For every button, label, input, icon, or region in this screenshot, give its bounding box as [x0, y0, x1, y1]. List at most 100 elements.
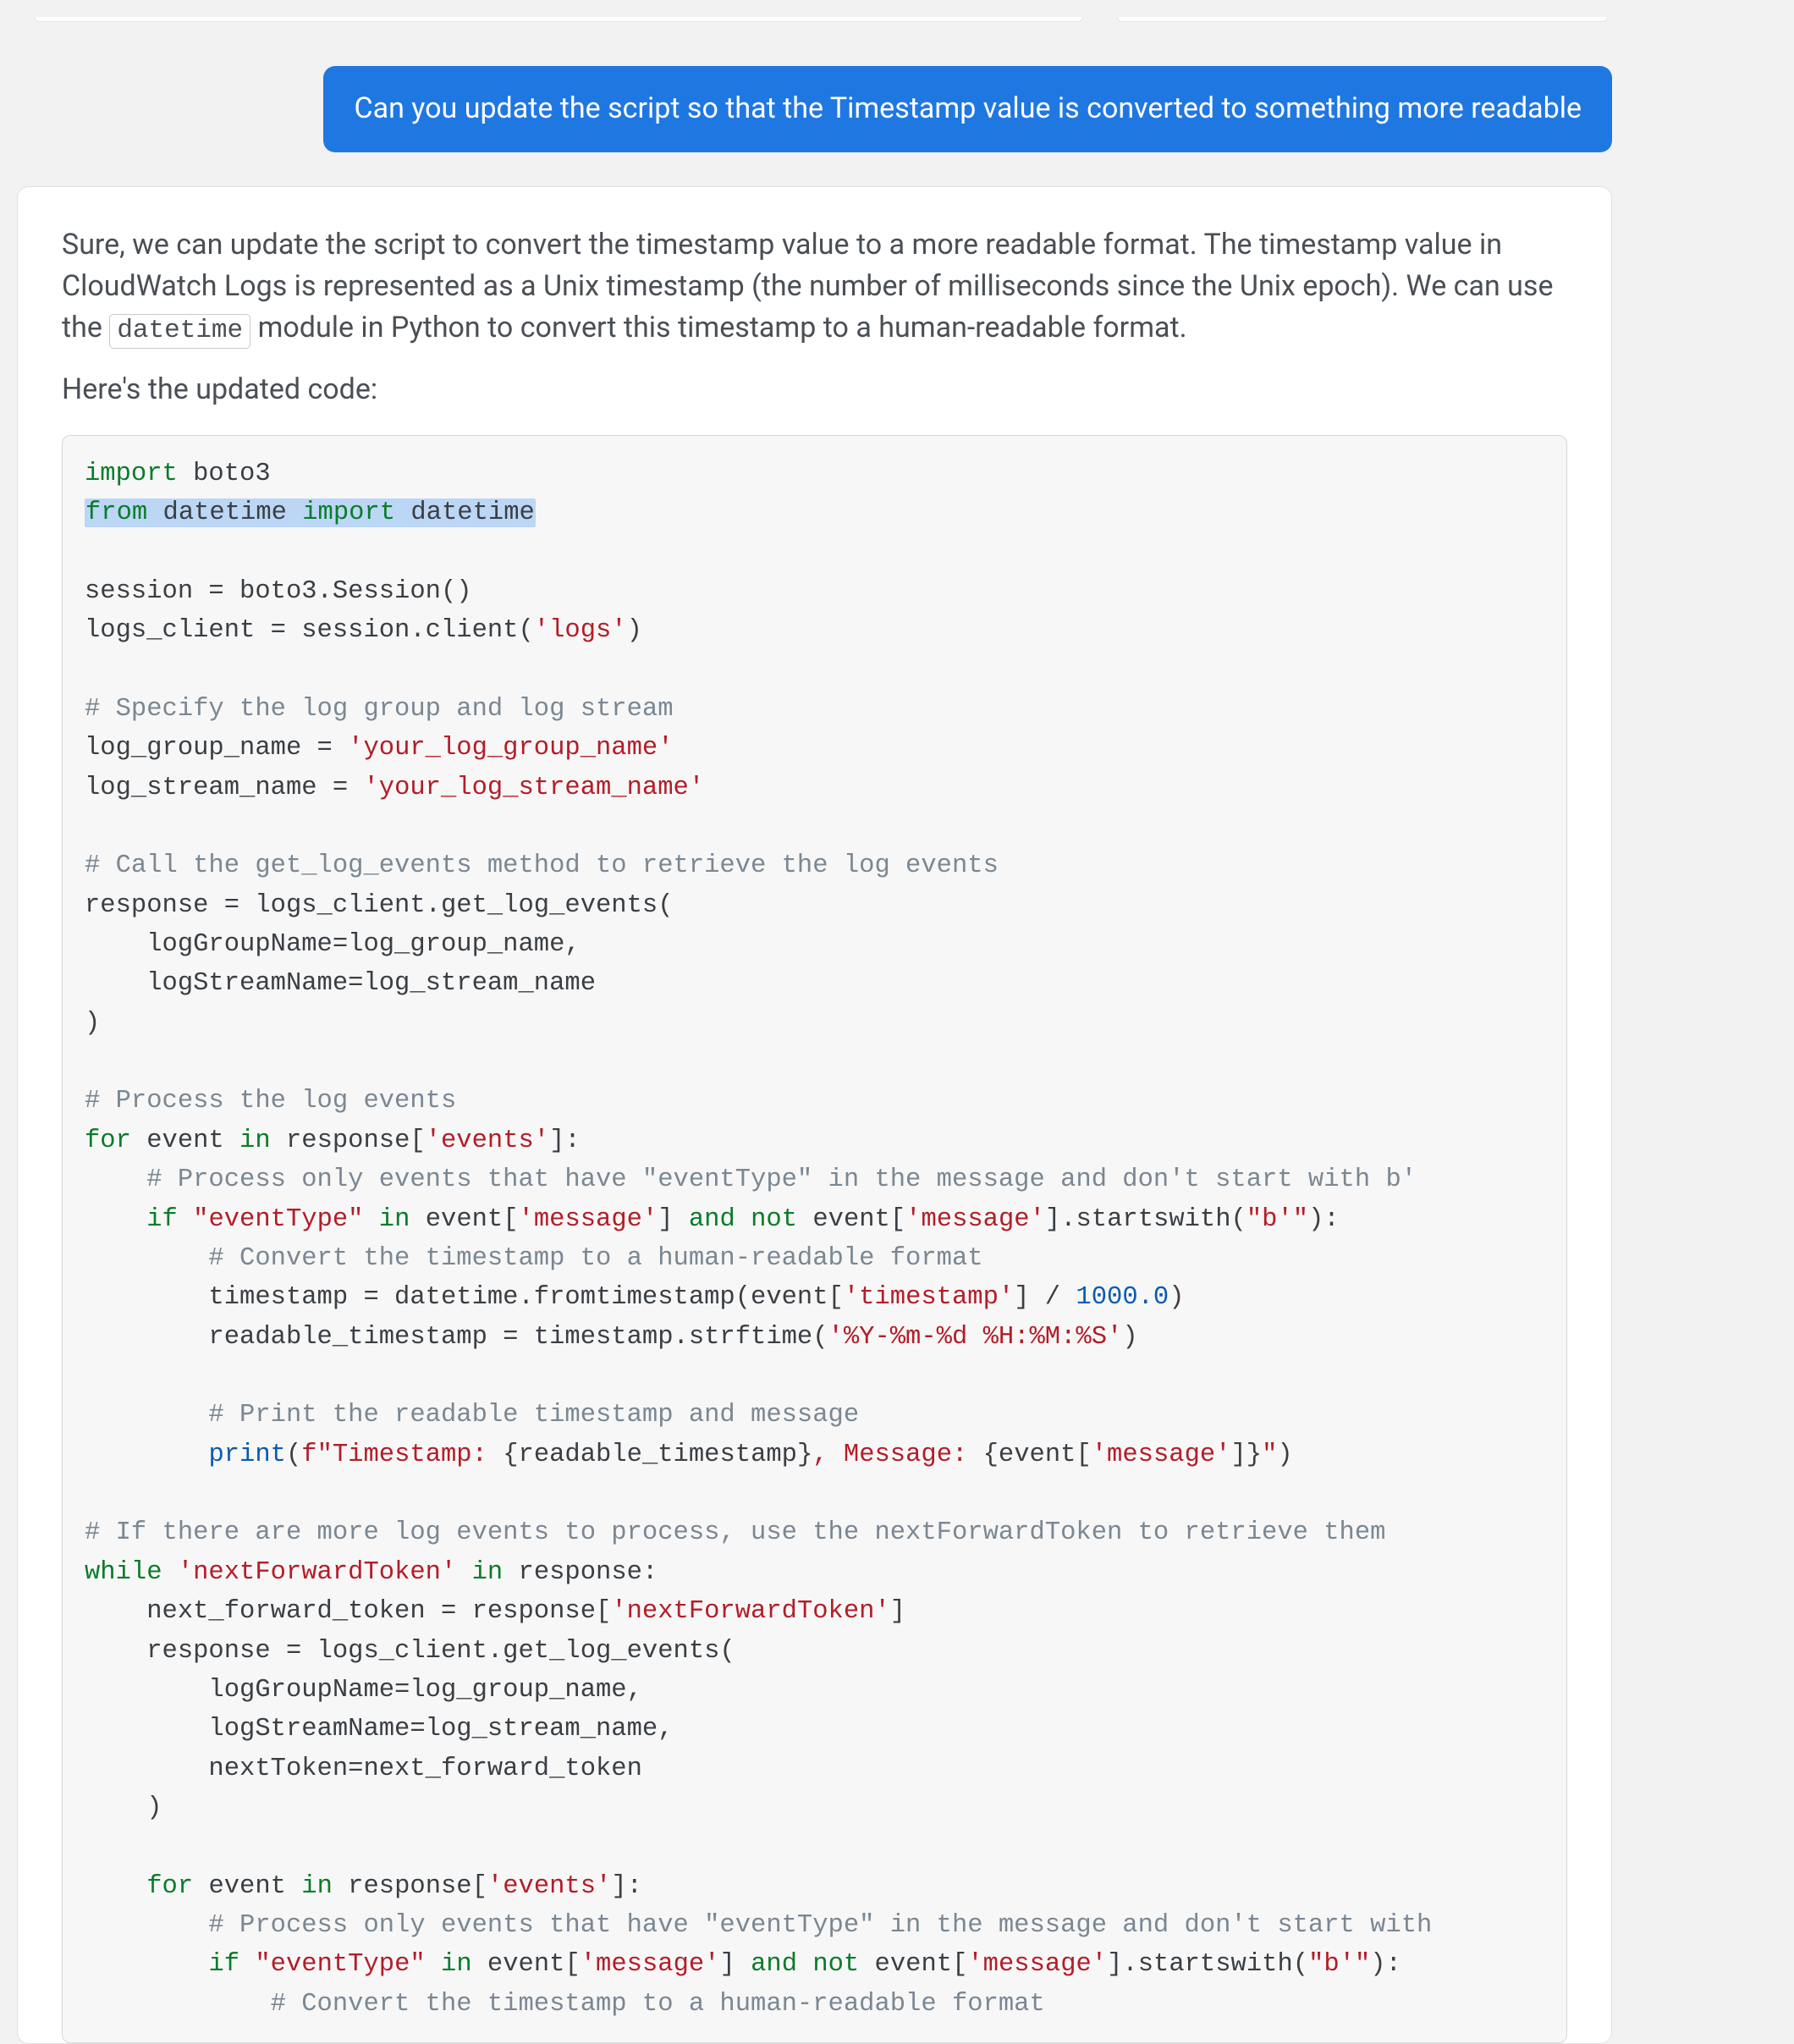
kw-not: not [812, 1950, 859, 1979]
code-text: boto3 [178, 460, 271, 488]
strip-right [1117, 17, 1608, 22]
code-text: ): [1370, 1950, 1401, 1979]
kw-not: not [751, 1205, 797, 1234]
code-text: response = logs_client.get_log_events( [85, 891, 674, 920]
assistant-intro-1b: module in Python to convert this timesta… [250, 311, 1186, 344]
code-str: 'nextForwardToken' [611, 1597, 889, 1626]
code-text: logGroupName=log_group_name, [85, 930, 581, 959]
code-text: event [193, 1872, 301, 1901]
code-text: logs_client = session.client( [85, 616, 534, 645]
code-str: f"Timestamp: [301, 1441, 503, 1469]
code-text: event[ [797, 1205, 905, 1234]
code-block[interactable]: import boto3 from datetime import dateti… [62, 435, 1567, 2043]
code-str: 'nextForwardToken' [178, 1558, 456, 1587]
code-text: next_forward_token = response[ [85, 1597, 611, 1626]
code-text: event[ [410, 1205, 518, 1234]
code-comment: # Specify the log group and log stream [85, 695, 674, 724]
code-comment: # If there are more log events to proces… [85, 1518, 1385, 1547]
code-str: " [1262, 1441, 1277, 1469]
kw-in: in [472, 1558, 504, 1587]
code-comment: # Call the get_log_events method to retr… [85, 851, 999, 880]
code-text: ].startswith( [1045, 1205, 1246, 1234]
code-str: "b'" [1246, 1205, 1308, 1234]
kw-if: if [208, 1950, 239, 1979]
code-text: {event[ [983, 1441, 1092, 1469]
code-text: nextToken=next_forward_token [85, 1755, 642, 1783]
code-str: 'events' [426, 1127, 549, 1155]
code-text: ] [890, 1597, 905, 1626]
assistant-message-card: Sure, we can update the script to conver… [17, 186, 1612, 2044]
code-text: log_group_name = [85, 734, 348, 763]
kw-and: and [689, 1205, 735, 1234]
code-str: , Message: [812, 1441, 982, 1469]
code-str: "b'" [1308, 1950, 1370, 1979]
code-str: 'message' [519, 1205, 658, 1234]
code-text [85, 1872, 146, 1901]
code-text: ) [1122, 1323, 1137, 1352]
kw-and: and [751, 1950, 797, 1979]
code-str: 'message' [581, 1950, 720, 1979]
code-text [85, 1205, 146, 1234]
inline-code-datetime: datetime [109, 314, 250, 349]
code-text [456, 1558, 471, 1587]
code-text [162, 1558, 178, 1587]
kw-while: while [85, 1558, 162, 1587]
highlighted-line: from datetime import datetime [85, 499, 536, 527]
kw-from: from [85, 499, 147, 527]
code-text: readable_timestamp = timestamp.strftime( [85, 1323, 828, 1352]
code-text: event[ [472, 1950, 581, 1979]
code-text [797, 1950, 812, 1979]
code-text: timestamp = datetime.fromtimestamp(event… [85, 1283, 844, 1312]
code-text: ]} [1230, 1441, 1262, 1469]
user-message-bubble[interactable]: Can you update the script so that the Ti… [323, 66, 1612, 152]
kw-for: for [146, 1872, 193, 1901]
code-num: 1000.0 [1076, 1283, 1169, 1312]
code-text: event [131, 1127, 239, 1155]
code-text: ): [1308, 1205, 1340, 1234]
code-comment: # Print the readable timestamp and messa… [85, 1401, 859, 1430]
code-text: logGroupName=log_group_name, [85, 1676, 642, 1705]
code-text: ) [1277, 1441, 1292, 1469]
code-str: 'your_log_stream_name' [363, 774, 704, 802]
code-text: response[ [333, 1872, 487, 1901]
assistant-text-block: Sure, we can update the script to conver… [62, 224, 1567, 411]
code-pre: import boto3 from datetime import dateti… [85, 455, 1544, 2024]
code-text: ]: [611, 1872, 642, 1901]
code-text: logStreamName=log_stream_name [85, 969, 596, 998]
user-message-text: Can you update the script so that the Ti… [354, 91, 1582, 125]
code-fn-print: print [208, 1441, 286, 1469]
code-text [426, 1950, 441, 1979]
code-text: session = boto3.Session() [85, 577, 472, 606]
kw-if: if [146, 1205, 178, 1234]
code-text: ].startswith( [1107, 1950, 1308, 1979]
code-str: '%Y-%m-%d %H:%M:%S' [828, 1323, 1123, 1352]
code-text: response[ [271, 1127, 426, 1155]
code-text: ] [719, 1950, 751, 1979]
chat-container: Can you update the script so that the Ti… [17, 17, 1777, 2044]
code-text [239, 1950, 255, 1979]
code-text: event[ [859, 1950, 967, 1979]
code-text: response = logs_client.get_log_events( [85, 1637, 735, 1666]
code-text [363, 1205, 378, 1234]
assistant-paragraph-2: Here's the updated code: [62, 369, 1567, 410]
code-text: log_stream_name = [85, 774, 363, 802]
code-text [85, 1950, 208, 1979]
code-text: datetime [147, 499, 302, 527]
code-text [178, 1205, 193, 1234]
kw-import: import [85, 460, 178, 488]
code-str: 'message' [1092, 1441, 1231, 1469]
code-text: ] [658, 1205, 689, 1234]
kw-import2: import [302, 499, 395, 527]
code-comment: # Process only events that have "eventTy… [85, 1165, 1417, 1194]
code-str: 'message' [905, 1205, 1045, 1234]
code-str: 'timestamp' [844, 1283, 1014, 1312]
code-str: 'your_log_group_name' [348, 734, 673, 763]
code-comment: # Process the log events [85, 1087, 456, 1116]
code-text: ) [85, 1009, 100, 1038]
assistant-paragraph-1: Sure, we can update the script to conver… [62, 224, 1567, 351]
code-text: datetime [395, 499, 535, 527]
code-text: ] / [1014, 1283, 1076, 1312]
code-comment: # Convert the timestamp to a human-reada… [85, 1244, 983, 1273]
code-str: "eventType" [255, 1950, 425, 1979]
code-text: ) [1169, 1283, 1184, 1312]
